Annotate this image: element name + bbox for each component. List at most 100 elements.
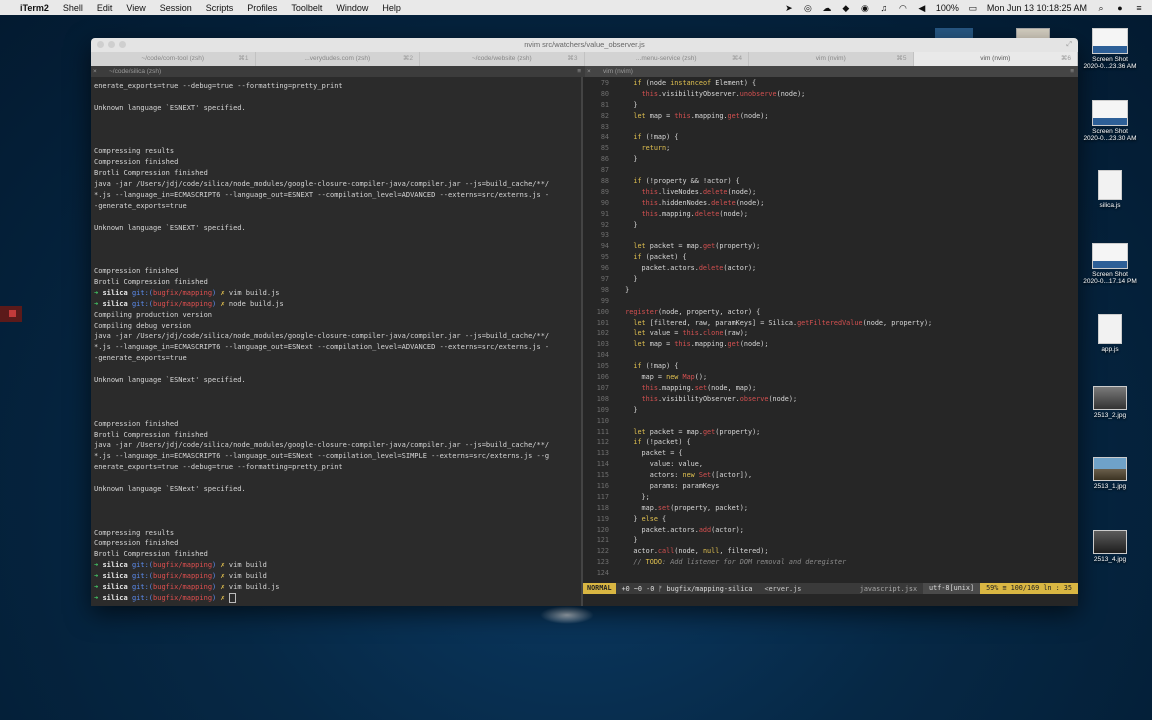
clock[interactable]: Mon Jun 13 10:18:25 AM bbox=[987, 3, 1087, 13]
desktop-file-icon[interactable]: Screen Shot 2020-0...23.30 AM bbox=[1075, 100, 1145, 142]
menu-view[interactable]: View bbox=[126, 3, 145, 13]
user-avatar-icon[interactable]: ● bbox=[1115, 3, 1125, 13]
prompt-command: vim build.js bbox=[228, 288, 280, 297]
code-line: 92 } bbox=[583, 220, 1078, 231]
desktop-file-icon[interactable]: 2513_2.jpg bbox=[1075, 386, 1145, 419]
prompt-git: git:( bbox=[131, 288, 154, 297]
git-status: +0 ~0 -0 ᚠ bugfix/mapping-silica bbox=[621, 584, 753, 593]
line-number: 111 bbox=[596, 427, 609, 436]
code-text: // TODO: Add listener for DOM removal an… bbox=[633, 558, 847, 567]
close-icon[interactable]: × bbox=[587, 66, 591, 77]
pane-left-title-bar[interactable]: × ~/code/silica (zsh) ≡ bbox=[91, 66, 585, 77]
tab-4[interactable]: ...menu-service (zsh) ⌘4 bbox=[585, 52, 749, 66]
prompt-dir: silica bbox=[102, 582, 132, 591]
editor-pane[interactable]: 79 if (node instanceof Element) {80 this… bbox=[583, 77, 1078, 606]
tab-1[interactable]: ~/code/com-tool (zsh) ⌘1 bbox=[91, 52, 256, 66]
code-text: } bbox=[617, 285, 630, 294]
desktop-file-icon[interactable]: 2513_1.jpg bbox=[1075, 457, 1145, 490]
desktop-file-label: 2513_1.jpg bbox=[1093, 483, 1127, 490]
desktop-file-icon[interactable]: Screen Shot 2020-0...23.36 AM bbox=[1075, 28, 1145, 70]
line-number: 97 bbox=[600, 275, 609, 284]
menu-window[interactable]: Window bbox=[336, 3, 368, 13]
side-app-tab[interactable] bbox=[0, 306, 22, 322]
bell-icon[interactable]: ◉ bbox=[860, 3, 870, 13]
tab-3[interactable]: ~/code/website (zsh) ⌘3 bbox=[420, 52, 585, 66]
fullscreen-icon[interactable]: ⤢ bbox=[1066, 38, 1072, 52]
code-line: 112 if (!packet) { bbox=[583, 437, 1078, 448]
prompt-dir: silica bbox=[102, 288, 132, 297]
code-text: let packet = map.get(property); bbox=[633, 427, 761, 436]
desktop-file-icon[interactable]: Screen Shot 2020-0...17.14 PM bbox=[1075, 243, 1145, 285]
tab-label: ~/code/com-tool (zsh) bbox=[141, 55, 205, 62]
prompt-dir: silica bbox=[102, 593, 132, 602]
desktop-file-label: 2513_4.jpg bbox=[1093, 556, 1127, 563]
code-line: 104 bbox=[583, 350, 1078, 361]
prompt-git: git:( bbox=[131, 572, 154, 581]
close-button[interactable] bbox=[97, 41, 104, 48]
battery-percent[interactable]: 100% bbox=[936, 3, 959, 13]
line-number: 116 bbox=[596, 481, 609, 490]
tab-6[interactable]: vim (nvim) ⌘6 bbox=[913, 52, 1078, 66]
menu-shell[interactable]: Shell bbox=[63, 3, 83, 13]
code-line: 96 packet.actors.delete(actor); bbox=[583, 263, 1078, 274]
prompt-branch: bugfix/mapping bbox=[153, 572, 213, 581]
file-thumbnail-icon bbox=[1093, 530, 1127, 554]
code-line: 81 } bbox=[583, 100, 1078, 111]
window-titlebar[interactable]: nvim src/watchers/value_observer.js ⤢ bbox=[91, 38, 1078, 52]
line-number: 120 bbox=[596, 525, 609, 534]
terminal-line: Brotli Compression finished bbox=[94, 169, 208, 178]
desktop-file-icon[interactable]: silica.js bbox=[1075, 170, 1145, 209]
pane-menu-icon[interactable]: ≡ bbox=[1070, 66, 1074, 77]
line-number: 113 bbox=[596, 449, 609, 458]
music-icon[interactable]: ♫ bbox=[879, 3, 889, 13]
split-panes: enerate_exports=true --debug=true --form… bbox=[91, 77, 1078, 606]
pane-menu-icon[interactable]: ≡ bbox=[577, 66, 581, 77]
search-icon[interactable]: ⌕ bbox=[1096, 3, 1106, 13]
line-number: 105 bbox=[596, 362, 609, 371]
tab-2[interactable]: ...verydudes.com (zsh) ⌘2 bbox=[256, 52, 420, 66]
terminal-line: *.js --language_in=ECMASCRIPT6 --languag… bbox=[94, 343, 550, 352]
desktop-file-icon[interactable]: 2513_4.jpg bbox=[1075, 530, 1145, 563]
cloud-icon[interactable]: ☁ bbox=[822, 3, 832, 13]
volume-icon[interactable]: ◀ bbox=[917, 3, 927, 13]
line-number: 81 bbox=[600, 100, 609, 109]
menu-profiles[interactable]: Profiles bbox=[247, 3, 277, 13]
file-thumbnail-icon bbox=[1098, 170, 1122, 200]
menu-help[interactable]: Help bbox=[382, 3, 401, 13]
line-number: 89 bbox=[600, 187, 609, 196]
tab-shortcut: ⌘2 bbox=[402, 55, 413, 62]
menu-scripts[interactable]: Scripts bbox=[206, 3, 234, 13]
terminal-line: ➜ silica git:(bugfix/mapping) ✗ vim buil… bbox=[94, 582, 581, 593]
wifi-icon[interactable]: ◠ bbox=[898, 3, 908, 13]
code-line: 108 this.visibilityObserver.observe(node… bbox=[583, 394, 1078, 405]
terminal-line: ➜ silica git:(bugfix/mapping) ✗ vim buil… bbox=[94, 288, 581, 299]
pane-title-bar: × ~/code/silica (zsh) ≡ × vim (nvim) ≡ bbox=[91, 66, 1078, 77]
code-line: 79 if (node instanceof Element) { bbox=[583, 78, 1078, 89]
terminal-line: -generate_exports=true bbox=[94, 354, 187, 363]
tab-5[interactable]: vim (nvim) ⌘5 bbox=[749, 52, 914, 66]
desktop-file-icon[interactable]: app.js bbox=[1075, 314, 1145, 353]
code-text: this.liveNodes.delete(node); bbox=[641, 187, 757, 196]
location-icon[interactable]: ➤ bbox=[784, 3, 794, 13]
cursor-position: 59% ≡ 100/169 ln : 35 bbox=[980, 583, 1078, 594]
battery-icon[interactable]: ▭ bbox=[968, 3, 978, 13]
code-buffer[interactable]: 79 if (node instanceof Element) {80 this… bbox=[583, 77, 1078, 579]
close-icon[interactable]: × bbox=[93, 66, 97, 77]
menu-edit[interactable]: Edit bbox=[97, 3, 113, 13]
menu-toolbelt[interactable]: Toolbelt bbox=[291, 3, 322, 13]
terminal-output[interactable]: enerate_exports=true --debug=true --form… bbox=[94, 81, 581, 604]
dropbox-icon[interactable]: ◆ bbox=[841, 3, 851, 13]
code-text: this.mapping.delete(node); bbox=[641, 209, 748, 218]
line-number: 108 bbox=[596, 394, 609, 403]
minimize-button[interactable] bbox=[108, 41, 115, 48]
desktop-file-label: app.js bbox=[1101, 346, 1119, 353]
zoom-button[interactable] bbox=[119, 41, 126, 48]
vpn-icon[interactable]: ◎ bbox=[803, 3, 813, 13]
notification-center-icon[interactable]: ≡ bbox=[1134, 3, 1144, 13]
menu-app-name[interactable]: iTerm2 bbox=[20, 3, 49, 13]
shell-pane[interactable]: enerate_exports=true --debug=true --form… bbox=[91, 77, 583, 606]
menu-session[interactable]: Session bbox=[160, 3, 192, 13]
pane-right-title-bar[interactable]: × vim (nvim) ≡ bbox=[585, 66, 1078, 77]
tab-label: vim (nvim) bbox=[980, 55, 1011, 62]
